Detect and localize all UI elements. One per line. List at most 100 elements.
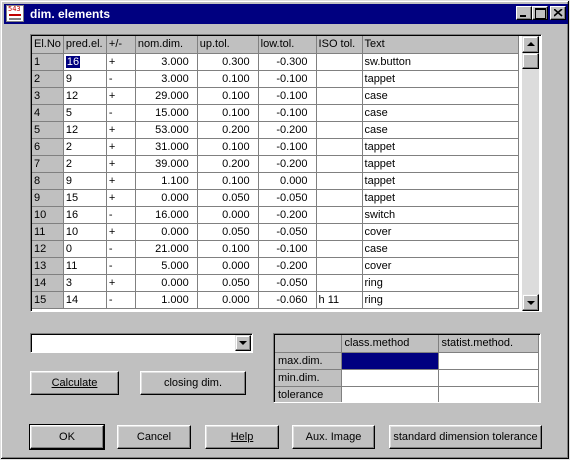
dim-elements-grid[interactable]: El.No pred.el. +/- nom.dim. up.tol. low.tol. I… — [30, 34, 542, 312]
table-row[interactable]: 13 11-5.000 0.000 -0.200 cover — [32, 257, 519, 275]
title-bar[interactable]: 543 dim. elements — [4, 4, 568, 24]
col-pred-el-cell[interactable]: 10 — [63, 223, 107, 241]
col-low-tol-cell[interactable]: -0.200 — [258, 257, 317, 275]
col-iso-tol-cell[interactable] — [316, 104, 363, 122]
col-nom-dim-cell[interactable]: 0.000 — [135, 189, 198, 207]
col-low-tol-cell[interactable]: -0.050 — [258, 189, 317, 207]
table-row[interactable]: 15 14-1.000 0.000 -0.060 h 11 ring — [32, 291, 519, 309]
col-iso-tol-cell[interactable] — [316, 87, 363, 105]
maximize-button[interactable] — [532, 6, 548, 20]
app-icon[interactable]: 543 — [6, 5, 24, 22]
table-row[interactable]: 9 15 +0.000 0.050 -0.050 tappet — [32, 189, 519, 207]
col-sign-cell[interactable]: - — [106, 206, 136, 224]
col-text-cell[interactable]: ring — [362, 291, 519, 309]
col-nom-dim-cell[interactable]: 1.000 — [135, 291, 198, 309]
col-pred-el-cell[interactable]: 5 — [63, 104, 107, 122]
col-up-tol-cell[interactable]: 0.200 — [197, 121, 259, 139]
scroll-up-button[interactable] — [522, 36, 539, 53]
col-pred-el-cell[interactable]: 2 — [63, 155, 107, 173]
col-sign-cell[interactable]: + — [106, 189, 136, 207]
col-sign-cell[interactable]: + — [106, 53, 136, 71]
col-up-tol-cell[interactable]: 0.000 — [197, 257, 259, 275]
col-sign-cell[interactable]: + — [106, 172, 136, 190]
col-pred-el-cell[interactable]: 16 — [63, 206, 107, 224]
col-low-tol-cell[interactable]: -0.050 — [258, 274, 317, 292]
col-sign-cell[interactable]: - — [106, 291, 136, 309]
col-up-tol-cell[interactable]: 0.100 — [197, 70, 259, 88]
col-text-cell[interactable]: case — [362, 104, 519, 122]
col-sign-cell[interactable]: + — [106, 121, 136, 139]
col-low-tol-cell[interactable]: 0.000 — [258, 172, 317, 190]
table-row[interactable]: 2 9-3.000 0.100 -0.100 tappet — [32, 70, 519, 88]
col-iso-tol-cell[interactable] — [316, 240, 363, 258]
scroll-down-button[interactable] — [522, 294, 539, 311]
col-sign-cell[interactable]: - — [106, 70, 136, 88]
col-nom-dim-cell[interactable]: 0.000 — [135, 274, 198, 292]
col-low-tol-cell[interactable]: -0.100 — [258, 138, 317, 156]
col-sign-cell[interactable]: - — [106, 240, 136, 258]
col-nom-dim-cell[interactable]: 21.000 — [135, 240, 198, 258]
col-low-tol-cell[interactable]: -0.100 — [258, 70, 317, 88]
col-text-cell[interactable]: sw.button — [362, 53, 519, 71]
col-iso-tol-cell[interactable] — [316, 206, 363, 224]
col-up-tol-cell[interactable]: 0.200 — [197, 155, 259, 173]
col-low-tol-cell[interactable]: -0.100 — [258, 240, 317, 258]
col-low-tol-cell[interactable]: -0.050 — [258, 223, 317, 241]
col-up-tol-cell[interactable]: 0.050 — [197, 189, 259, 207]
vertical-scrollbar[interactable] — [522, 36, 539, 311]
table-row[interactable]: 3 12 +29.000 0.100 -0.100 case — [32, 87, 519, 105]
col-sign-cell[interactable]: + — [106, 87, 136, 105]
min-dim-statist-cell[interactable] — [438, 369, 539, 387]
col-nom-dim-cell[interactable]: 16.000 — [135, 206, 198, 224]
col-text-cell[interactable]: tappet — [362, 189, 519, 207]
tolerance-statist-cell[interactable] — [438, 386, 539, 402]
col-iso-tol-cell[interactable] — [316, 121, 363, 139]
col-sign-cell[interactable]: + — [106, 138, 136, 156]
col-text-cell[interactable]: ring — [362, 274, 519, 292]
col-text-cell[interactable]: cover — [362, 223, 519, 241]
col-sign-cell[interactable]: + — [106, 223, 136, 241]
col-iso-tol-cell[interactable] — [316, 274, 363, 292]
col-nom-dim-cell[interactable]: 31.000 — [135, 138, 198, 156]
col-pred-el-cell[interactable]: 3 — [63, 274, 107, 292]
col-up-tol-cell[interactable]: 0.100 — [197, 104, 259, 122]
col-text-cell[interactable]: case — [362, 87, 519, 105]
col-iso-tol-cell[interactable] — [316, 172, 363, 190]
table-row[interactable]: 12 0-21.000 0.100 -0.100 case — [32, 240, 519, 258]
cancel-button[interactable]: Cancel — [117, 425, 191, 449]
table-row[interactable]: 5 12 +53.000 0.200 -0.200 case — [32, 121, 519, 139]
col-iso-tol-cell[interactable] — [316, 155, 363, 173]
element-combo[interactable] — [30, 333, 253, 353]
col-nom-dim-cell[interactable]: 1.100 — [135, 172, 198, 190]
col-up-tol-cell[interactable]: 0.300 — [197, 53, 259, 71]
col-low-tol-cell[interactable]: -0.300 — [258, 53, 317, 71]
col-pred-el-cell[interactable]: 12 — [63, 87, 107, 105]
col-nom-dim-cell[interactable]: 3.000 — [135, 70, 198, 88]
col-low-tol-cell[interactable]: -0.200 — [258, 155, 317, 173]
col-iso-tol-cell[interactable]: h 11 — [316, 291, 363, 309]
col-iso-tol-cell[interactable] — [316, 138, 363, 156]
col-nom-dim-cell[interactable]: 3.000 — [135, 53, 198, 71]
table-row[interactable]: 10 16-16.000 0.000 -0.200 switch — [32, 206, 519, 224]
combo-dropdown-button[interactable] — [235, 335, 251, 351]
max-dim-class-cell[interactable] — [341, 352, 439, 370]
col-sign-cell[interactable]: + — [106, 274, 136, 292]
close-button[interactable] — [550, 6, 566, 20]
col-sign-cell[interactable]: - — [106, 257, 136, 275]
table-row[interactable]: 4 5-15.000 0.100 -0.100 case — [32, 104, 519, 122]
col-text-cell[interactable]: tappet — [362, 172, 519, 190]
aux-image-button[interactable]: Aux. Image — [292, 425, 375, 449]
col-pred-el-cell[interactable]: 14 — [63, 291, 107, 309]
col-pred-el-cell[interactable]: 12 — [63, 121, 107, 139]
col-up-tol-cell[interactable]: 0.000 — [197, 291, 259, 309]
col-text-cell[interactable]: cover — [362, 257, 519, 275]
col-iso-tol-cell[interactable] — [316, 257, 363, 275]
col-up-tol-cell[interactable]: 0.050 — [197, 274, 259, 292]
minimize-button[interactable] — [516, 6, 532, 20]
col-text-cell[interactable]: case — [362, 240, 519, 258]
col-pred-el-cell[interactable]: 0 — [63, 240, 107, 258]
col-iso-tol-cell[interactable] — [316, 189, 363, 207]
table-row[interactable]: 7 2 +39.000 0.200 -0.200 tappet — [32, 155, 519, 173]
col-pred-el-cell[interactable]: 9 — [63, 172, 107, 190]
col-sign-cell[interactable]: - — [106, 104, 136, 122]
